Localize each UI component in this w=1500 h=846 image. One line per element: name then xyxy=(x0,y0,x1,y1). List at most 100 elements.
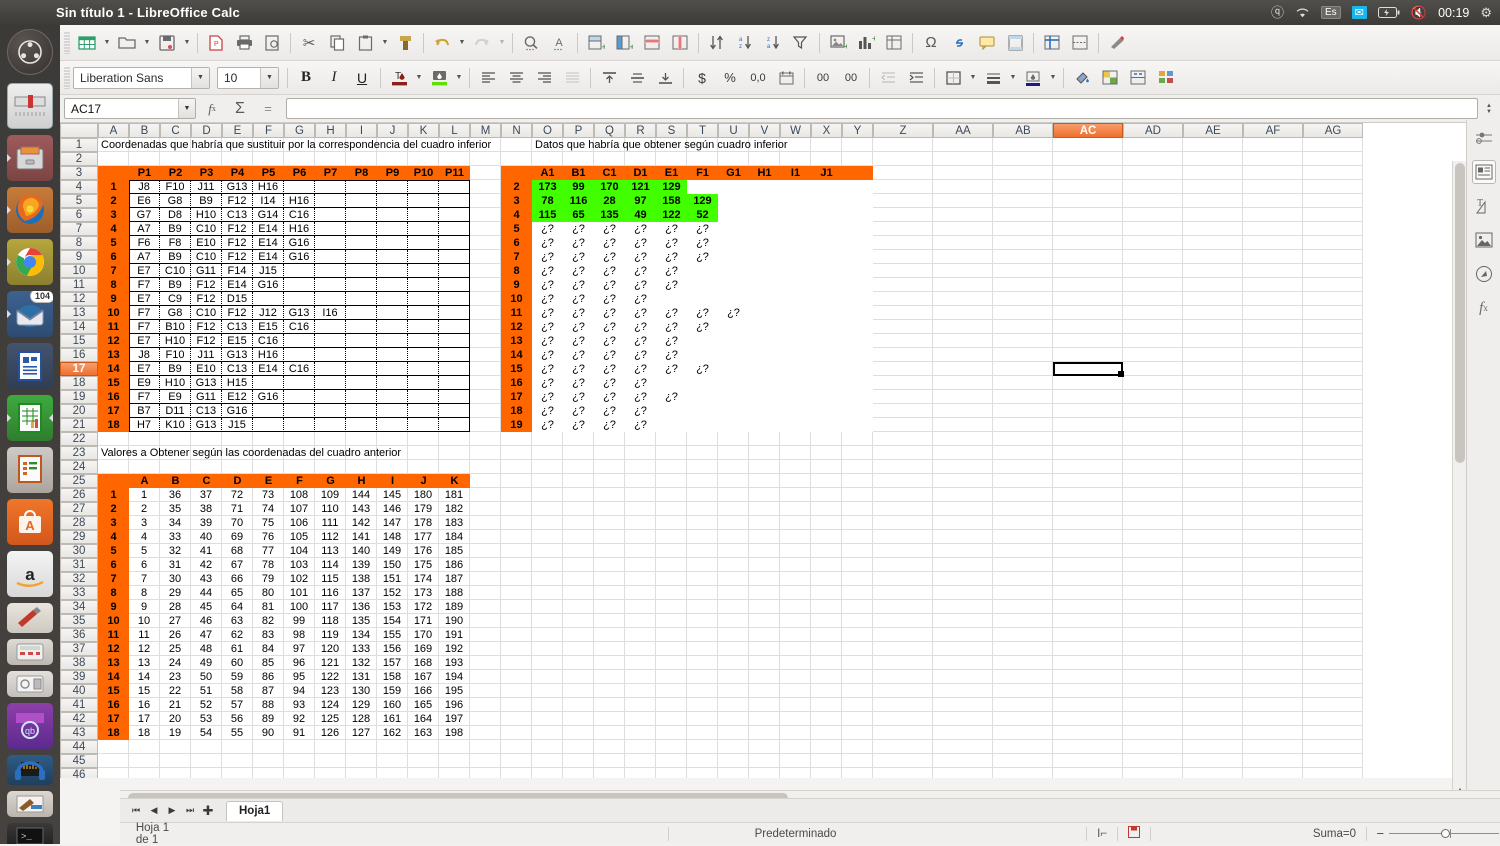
table-coords-row-label[interactable]: 8 xyxy=(98,278,129,292)
grid-cell[interactable] xyxy=(718,642,749,656)
grid-cell[interactable] xyxy=(594,558,625,572)
table-coords-cell[interactable]: D8 xyxy=(160,208,191,222)
last-sheet-icon[interactable]: ⏭ xyxy=(182,802,198,820)
grid-cell[interactable] xyxy=(1123,418,1183,432)
grid-cell[interactable] xyxy=(1183,670,1243,684)
grid-cell[interactable] xyxy=(1123,348,1183,362)
table-data-cell[interactable]: ¿? xyxy=(594,264,625,278)
grid-cell[interactable] xyxy=(470,768,501,778)
grid-cell[interactable] xyxy=(191,754,222,768)
grid-cell[interactable] xyxy=(1123,446,1183,460)
autofilter-button[interactable] xyxy=(787,29,815,57)
grid-cell[interactable] xyxy=(563,516,594,530)
grid-cell[interactable] xyxy=(1243,726,1303,740)
grid-cell[interactable] xyxy=(993,236,1053,250)
grid-cell[interactable] xyxy=(501,516,532,530)
grid-cell[interactable] xyxy=(129,432,160,446)
grid-cell[interactable] xyxy=(1243,390,1303,404)
grid-cell[interactable] xyxy=(1123,684,1183,698)
gear-icon[interactable]: ⚙ xyxy=(1480,6,1492,19)
table-values-cell[interactable]: 155 xyxy=(377,628,408,642)
grid-cell[interactable] xyxy=(933,404,993,418)
table-values-cell[interactable]: 117 xyxy=(315,600,346,614)
grid-cell[interactable] xyxy=(532,656,563,670)
grid-cell[interactable] xyxy=(594,614,625,628)
grid-cell[interactable] xyxy=(253,740,284,754)
grid-cell[interactable] xyxy=(842,656,873,670)
grid-cell[interactable] xyxy=(873,558,933,572)
grid-cell[interactable] xyxy=(749,502,780,516)
table-values-cell[interactable]: 123 xyxy=(315,684,346,698)
table-coords-row-label[interactable]: 17 xyxy=(98,404,129,418)
grid-cell[interactable] xyxy=(470,530,501,544)
grid-cell[interactable] xyxy=(749,698,780,712)
grid-cell[interactable] xyxy=(563,614,594,628)
table-data-cell[interactable]: ¿? xyxy=(625,320,656,334)
grid-cell[interactable] xyxy=(656,530,687,544)
media-icon[interactable] xyxy=(7,671,53,697)
grid-cell[interactable] xyxy=(563,586,594,600)
table-values-cell[interactable]: 89 xyxy=(253,712,284,726)
grid-cell[interactable] xyxy=(1053,208,1123,222)
table-values-cell[interactable]: 178 xyxy=(408,516,439,530)
grid-cell[interactable] xyxy=(1243,712,1303,726)
grid-cell[interactable] xyxy=(873,530,933,544)
table-values-cell[interactable]: 59 xyxy=(222,670,253,684)
table-coords-cell[interactable] xyxy=(377,320,408,334)
table-coords-row-label[interactable]: 15 xyxy=(98,376,129,390)
table-data-cell[interactable]: ¿? xyxy=(625,250,656,264)
table-coords-cell[interactable] xyxy=(346,222,377,236)
table-data-cell[interactable]: ¿? xyxy=(563,250,594,264)
table-coords-cell[interactable] xyxy=(315,222,346,236)
grid-cell[interactable] xyxy=(873,726,933,740)
table-values-row-label[interactable]: 2 xyxy=(98,502,129,516)
grid-cell[interactable] xyxy=(718,656,749,670)
grid-cell[interactable] xyxy=(842,740,873,754)
table-values-cell[interactable]: 146 xyxy=(377,502,408,516)
grid-cell[interactable] xyxy=(1053,544,1123,558)
table-coords-cell[interactable]: F12 xyxy=(191,334,222,348)
table-coords-cell[interactable]: G11 xyxy=(191,264,222,278)
grid-cell[interactable] xyxy=(933,418,993,432)
column-header-AF[interactable]: AF xyxy=(1243,123,1303,138)
table-data-cell[interactable]: ¿? xyxy=(625,278,656,292)
grid-cell[interactable] xyxy=(1123,362,1183,376)
table-coords-cell[interactable]: F12 xyxy=(222,306,253,320)
grid-cell[interactable] xyxy=(749,474,780,488)
table-coords-cell[interactable] xyxy=(439,306,470,320)
table-coords-cell[interactable]: B10 xyxy=(160,320,191,334)
gimp-icon[interactable] xyxy=(7,603,53,633)
grid-cell[interactable] xyxy=(532,698,563,712)
table-data-cell[interactable]: ¿? xyxy=(563,348,594,362)
table-data-cell[interactable]: ¿? xyxy=(532,306,563,320)
table-values-cell[interactable]: 81 xyxy=(253,600,284,614)
insert-comment-button[interactable] xyxy=(973,29,1001,57)
table-coords-cell[interactable]: E7 xyxy=(129,334,160,348)
firefox-icon[interactable] xyxy=(7,187,53,233)
grid-cell[interactable] xyxy=(315,152,346,166)
table-coords-cell[interactable] xyxy=(439,194,470,208)
grid-cell[interactable] xyxy=(1123,278,1183,292)
chevron-down-icon[interactable]: ▼ xyxy=(178,99,195,118)
row-header-1[interactable]: 1 xyxy=(60,138,98,152)
grid-cell[interactable] xyxy=(1243,278,1303,292)
grid-cell[interactable] xyxy=(749,670,780,684)
table-coords-row-label[interactable]: 16 xyxy=(98,390,129,404)
table-values-cell[interactable]: 194 xyxy=(439,670,470,684)
fill-handle[interactable] xyxy=(1118,371,1124,377)
chevron-down-icon[interactable]: ▼ xyxy=(260,67,278,88)
grid-cell[interactable] xyxy=(1303,740,1363,754)
table-coords-cell[interactable]: E14 xyxy=(253,236,284,250)
grid-cell[interactable] xyxy=(873,600,933,614)
grid-cell[interactable] xyxy=(993,292,1053,306)
grid-cell[interactable] xyxy=(811,712,842,726)
omega-icon[interactable]: Ω xyxy=(917,29,945,57)
grid-cell[interactable] xyxy=(993,516,1053,530)
column-header-T[interactable]: T xyxy=(687,123,718,138)
grid-cell[interactable] xyxy=(1183,446,1243,460)
table-values-row-label[interactable]: 5 xyxy=(98,544,129,558)
grid-cell[interactable] xyxy=(129,152,160,166)
grid-cell[interactable] xyxy=(842,544,873,558)
grid-cell[interactable] xyxy=(933,460,993,474)
table-coords-cell[interactable]: E6 xyxy=(129,194,160,208)
